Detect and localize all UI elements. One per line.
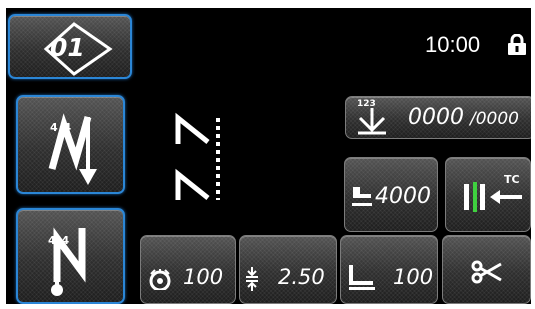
speed-gauge-icon bbox=[149, 269, 171, 290]
presser-pressure-button[interactable]: 4000 bbox=[344, 157, 438, 232]
counter-total: /0000 bbox=[470, 109, 519, 129]
foot-value: 100 bbox=[393, 265, 434, 289]
counter-badge: 123 bbox=[357, 99, 376, 109]
start-bartack-icon bbox=[48, 113, 97, 185]
tc-label: TC bbox=[504, 173, 520, 186]
sewing-speed-button[interactable]: 100 bbox=[140, 235, 236, 304]
program-number: 01 bbox=[50, 33, 85, 62]
stitch-pitch-icon bbox=[246, 267, 258, 291]
stitch-pitch-button[interactable]: 2.50 bbox=[239, 235, 337, 304]
end-bartack-icon bbox=[51, 227, 86, 296]
start-bartack-count: 4 4 bbox=[50, 121, 73, 134]
sewing-panel-screen: 01 10:00 4 4 4 4 123 0000 /0000 4000 TC … bbox=[6, 8, 531, 304]
scissors-icon bbox=[471, 260, 502, 284]
counter-value: 0000 bbox=[408, 105, 464, 130]
lock-icon[interactable] bbox=[507, 34, 527, 56]
end-bartack-count: 4 4 bbox=[48, 234, 71, 247]
stitch-pattern-diagram bbox=[175, 112, 220, 200]
program-number-button[interactable]: 01 bbox=[8, 14, 132, 79]
foot-lift-icon bbox=[349, 265, 375, 290]
start-bartack-button[interactable]: 4 4 bbox=[16, 95, 125, 194]
stitch-pitch-value: 2.50 bbox=[278, 265, 325, 289]
presser-foot-lift-button[interactable]: 100 bbox=[340, 235, 438, 304]
presser-foot-icon bbox=[352, 187, 372, 206]
end-bartack-button[interactable]: 4 4 bbox=[16, 208, 125, 304]
presser-pressure-value: 4000 bbox=[375, 184, 431, 209]
stitch-counter-button[interactable]: 123 0000 /0000 bbox=[345, 96, 531, 139]
speed-value: 100 bbox=[183, 265, 224, 289]
thread-cut-button[interactable] bbox=[442, 235, 531, 304]
clock-time: 10:00 bbox=[425, 32, 481, 57]
thread-trimmer-tc-button[interactable]: TC bbox=[445, 157, 531, 232]
